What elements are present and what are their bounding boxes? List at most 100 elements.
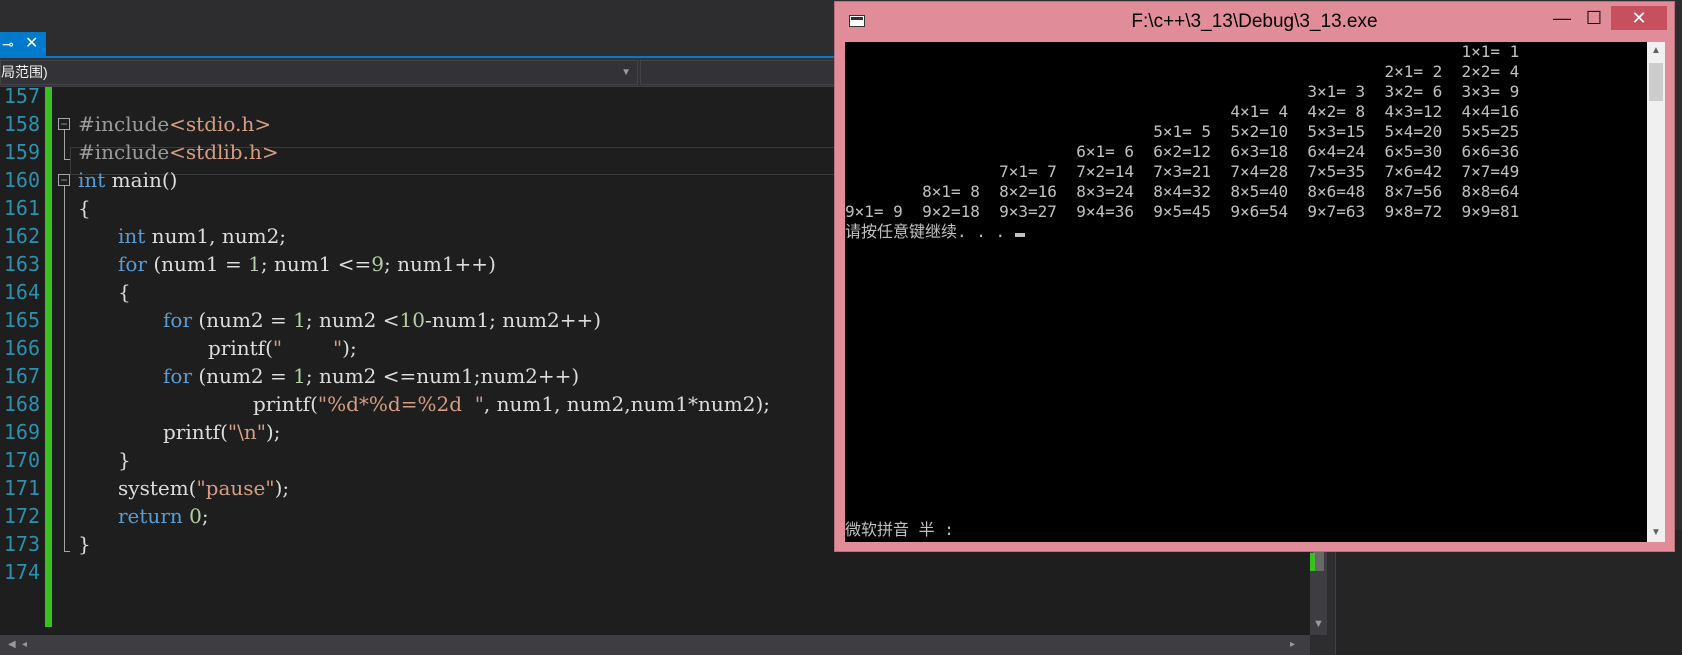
code-text: { (78, 196, 91, 220)
code-line-163[interactable]: for (num1 = 1; num1 <=9; num1++) (118, 249, 496, 279)
close-tab-icon[interactable]: ✕ (25, 32, 38, 56)
code-line-158[interactable]: #include<stdio.h> (78, 109, 271, 139)
scroll-down-icon[interactable]: ▼ (1310, 615, 1327, 633)
code-text: } (118, 448, 131, 472)
scrollbar-thumb[interactable] (1649, 63, 1663, 101)
line-number: 172 (3, 504, 40, 528)
editor-horizontal-scrollbar[interactable]: ◀ ◂ ▸ (0, 635, 1310, 655)
number-literal: 1 (293, 308, 306, 332)
ime-status-text: 微软拼音 半 : (845, 520, 954, 539)
code-line-167[interactable]: for (num2 = 1; num2 <=num1;num2++) (163, 361, 579, 391)
line-number: 164 (3, 280, 40, 304)
output-line: 3×1= 3 3×2= 6 3×3= 9 (845, 82, 1520, 101)
text-cursor (1014, 233, 1025, 237)
line-number: 173 (3, 532, 40, 556)
line-number: 160 (3, 168, 40, 192)
output-line: 2×1= 2 2×2= 4 (845, 62, 1520, 81)
code-line-159[interactable]: #include<stdlib.h> (78, 137, 279, 167)
minimize-button[interactable]: — (1547, 6, 1577, 30)
code-text: ); (265, 420, 281, 444)
code-line-173[interactable]: } (78, 529, 91, 559)
code-text: (num1 = (147, 252, 249, 276)
code-line-166[interactable]: printf(" "); (208, 333, 357, 363)
code-text: ); (274, 476, 290, 500)
document-tab-strip: ⊸ ✕ (0, 32, 836, 58)
line-number: 167 (3, 364, 40, 388)
code-line-161[interactable]: { (78, 193, 91, 223)
scroll-down-icon[interactable]: ▼ (1647, 524, 1665, 542)
output-line: 4×1= 4 4×2= 8 4×3=12 4×4=16 (845, 102, 1520, 121)
code-text: -num1; num2++) (424, 308, 602, 332)
console-window[interactable]: F:\c++\3_13\Debug\3_13.exe — ☐ ✕ 1×1= 1 … (834, 1, 1675, 552)
change-tracking-bar (45, 87, 52, 627)
number-literal: 9 (371, 252, 384, 276)
keyword: for (118, 252, 148, 276)
code-text: num1, num2; (145, 224, 287, 248)
code-text: ; num2 < (305, 308, 400, 332)
include-header: <stdio.h> (169, 112, 272, 136)
keyword: for (163, 308, 193, 332)
output-line: 8×1= 8 8×2=16 8×3=24 8×4=32 8×5=40 8×6=4… (845, 182, 1520, 201)
output-line: 6×1= 6 6×2=12 6×3=18 6×4=24 6×5=30 6×6=3… (845, 142, 1520, 161)
output-line: 1×1= 1 (845, 42, 1520, 61)
code-text: main() (105, 168, 178, 192)
output-line: 7×1= 7 7×2=14 7×3=21 7×4=28 7×5=35 7×6=4… (845, 162, 1520, 181)
keyword: return (118, 504, 183, 528)
scroll-left-icon[interactable]: ◀ (8, 635, 16, 655)
active-document-tab[interactable]: ⊸ ✕ (0, 32, 46, 56)
code-line-170[interactable]: } (118, 445, 131, 475)
scroll-right-icon[interactable]: ▸ (1290, 635, 1295, 655)
scope-dropdown[interactable]: 局范围) ▼ (0, 60, 638, 85)
code-line-162[interactable]: int num1, num2; (118, 221, 286, 251)
line-number: 166 (3, 336, 40, 360)
code-text: { (118, 280, 131, 304)
code-line-165[interactable]: for (num2 = 1; num2 <10-num1; num2++) (163, 305, 601, 335)
line-number: 168 (3, 392, 40, 416)
console-vertical-scrollbar[interactable]: ▲ ▼ (1647, 42, 1665, 542)
string-literal: " " (272, 336, 343, 360)
output-line: 9×1= 9 9×2=18 9×3=27 9×4=36 9×5=45 9×6=5… (845, 202, 1520, 221)
line-number: 165 (3, 308, 40, 332)
member-dropdown[interactable] (640, 60, 842, 85)
line-number: 157 (3, 84, 40, 108)
scroll-up-icon[interactable]: ▲ (1647, 42, 1665, 60)
maximize-button[interactable]: ☐ (1577, 6, 1611, 30)
number-literal: 10 (399, 308, 425, 332)
code-line-171[interactable]: system("pause"); (118, 473, 289, 503)
preprocessor-directive: #include (78, 140, 170, 164)
line-number: 171 (3, 476, 40, 500)
console-output: 1×1= 1 2×1= 2 2×2= 4 3×1= 3 3×2= 6 3×3= … (845, 42, 1519, 242)
scroll-left-small-icon[interactable]: ◂ (22, 635, 27, 655)
code-text: ; num1 <= (260, 252, 372, 276)
code-line-168[interactable]: printf("%d*%d=%2d ", num1, num2,num1*num… (253, 389, 770, 419)
console-titlebar[interactable]: F:\c++\3_13\Debug\3_13.exe — ☐ ✕ (835, 2, 1674, 42)
code-text: , num1, num2,num1*num2); (483, 392, 771, 416)
code-line-160[interactable]: int main() (78, 165, 177, 195)
line-number: 158 (3, 112, 40, 136)
close-window-button[interactable]: ✕ (1611, 6, 1667, 30)
string-literal: "pause" (196, 476, 275, 500)
scrollbar-change-marker (1310, 553, 1315, 571)
pin-tab-icon[interactable]: ⊸ (2, 32, 14, 56)
code-line-164[interactable]: { (118, 277, 131, 307)
code-text: printf( (163, 420, 228, 444)
output-line: 5×1= 5 5×2=10 5×3=15 5×4=20 5×5=25 (845, 122, 1520, 141)
code-line-169[interactable]: printf("\n"); (163, 417, 280, 447)
number-literal: 1 (248, 252, 261, 276)
number-literal: 0 (189, 504, 202, 528)
number-literal: 1 (293, 364, 306, 388)
code-line-172[interactable]: return 0; (118, 501, 209, 531)
line-number: 161 (3, 196, 40, 220)
string-literal: "\n" (227, 420, 266, 444)
collapse-region-icon[interactable]: − (58, 174, 70, 186)
line-number: 170 (3, 448, 40, 472)
chevron-down-icon[interactable]: ▼ (621, 61, 631, 84)
line-number: 159 (3, 140, 40, 164)
fold-guide (64, 186, 65, 552)
navigation-bar: 局范围) ▼ (0, 58, 842, 87)
code-text: system( (118, 476, 197, 500)
code-text: ); (342, 336, 357, 360)
collapse-region-icon[interactable]: − (58, 118, 70, 130)
include-header: <stdlib.h> (169, 140, 279, 164)
console-output-area[interactable]: 1×1= 1 2×1= 2 2×2= 4 3×1= 3 3×2= 6 3×3= … (845, 42, 1647, 542)
